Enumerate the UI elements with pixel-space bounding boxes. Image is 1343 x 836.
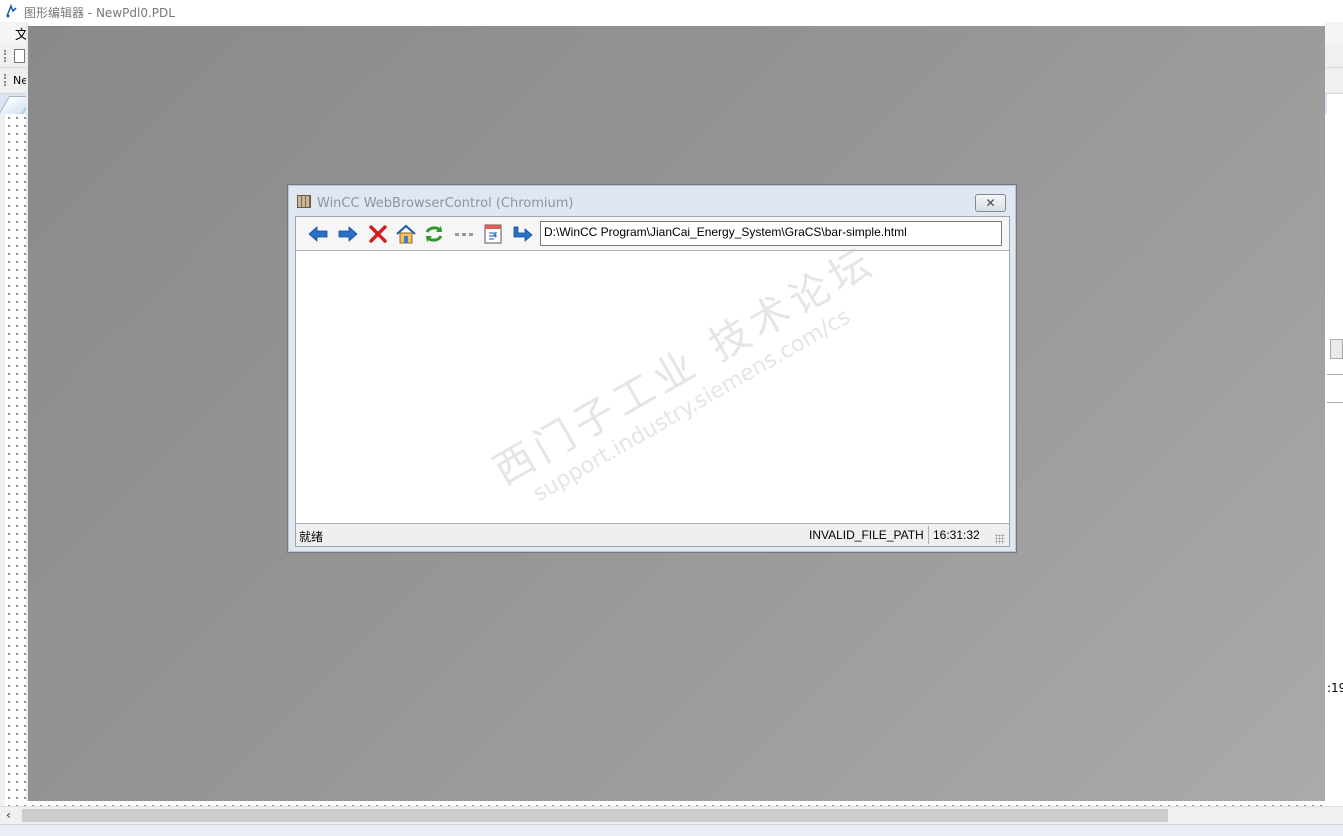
browser-statusbar: 就绪 INVALID_FILE_PATH 16:31:32 [296, 523, 1009, 546]
watermark: 西门子工业 技术论坛 support.industry.siemens.com/… [481, 230, 897, 518]
bookmark-page-icon[interactable] [481, 223, 505, 245]
home-icon[interactable] [394, 223, 418, 245]
browser-content-area[interactable]: 西门子工业 技术论坛 support.industry.siemens.com/… [296, 238, 1009, 523]
refresh-icon[interactable] [422, 223, 446, 245]
address-input[interactable]: D:\WinCC Program\JianCai_Energy_System\G… [540, 221, 1002, 246]
divider [1327, 374, 1343, 375]
control-grid-icon [297, 195, 311, 208]
toolbar-grip[interactable] [4, 74, 6, 86]
status-divider [928, 526, 929, 544]
close-button[interactable]: ✕ [975, 194, 1006, 212]
watermark-url: support.industry.siemens.com/cs [529, 304, 855, 507]
panel-button[interactable] [1330, 339, 1343, 359]
forward-arrow-icon[interactable] [336, 223, 360, 245]
app-title: 图形编辑器 - NewPdl0.PDL [24, 6, 175, 20]
right-panel-edge: :19 [1327, 94, 1343, 806]
resize-grip-icon[interactable] [995, 534, 1005, 544]
scroll-thumb[interactable] [22, 809, 1168, 822]
webbrowser-dialog: WinCC WebBrowserControl (Chromium) ✕ D:\… [287, 184, 1017, 553]
watermark-cn: 西门子工业 技术论坛 [486, 238, 884, 495]
app-logo-icon [6, 4, 17, 18]
horizontal-scrollbar[interactable]: ‹ [0, 806, 1343, 824]
graphics-editor-window: 图形编辑器 - NewPdl0.PDL 文 Ne :19 ‹ WinCC Web… [0, 0, 1343, 836]
status-time: 16:31:32 [933, 528, 980, 542]
go-arrow-icon[interactable] [510, 223, 534, 245]
scroll-left-icon[interactable]: ‹ [6, 808, 11, 822]
more-dots-icon[interactable] [452, 223, 476, 245]
browser-control: D:\WinCC Program\JianCai_Energy_System\G… [295, 216, 1010, 547]
new-document-icon[interactable] [14, 49, 25, 63]
stop-x-icon[interactable] [366, 223, 390, 245]
divider [1327, 402, 1343, 403]
app-titlebar: 图形编辑器 - NewPdl0.PDL [0, 0, 1343, 22]
toolbar-grip[interactable] [4, 50, 6, 62]
status-path: INVALID_FILE_PATH [809, 528, 924, 542]
status-ready: 就绪 [299, 530, 324, 544]
back-arrow-icon[interactable] [306, 223, 330, 245]
app-statusbar [0, 824, 1343, 836]
clipped-time-text: :19 [1327, 681, 1343, 695]
browser-toolbar: D:\WinCC Program\JianCai_Energy_System\G… [296, 217, 1009, 251]
dialog-titlebar[interactable]: WinCC WebBrowserControl (Chromium) ✕ [288, 185, 1016, 215]
dialog-title: WinCC WebBrowserControl (Chromium) [317, 196, 574, 211]
